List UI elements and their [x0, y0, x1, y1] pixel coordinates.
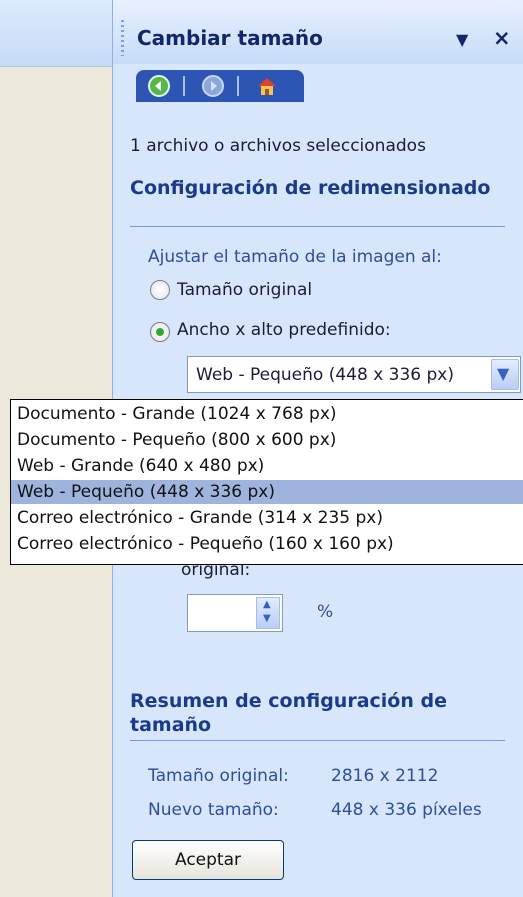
document-toolbar-strip	[0, 0, 112, 67]
nav-separator	[237, 76, 239, 96]
pane-navigation-bar	[136, 70, 304, 102]
pane-title: Cambiar tamaño	[137, 26, 323, 50]
spin-down-icon[interactable]: ▼	[263, 613, 271, 624]
selected-files-count: 1 archivo o archivos seleccionados	[130, 136, 426, 156]
section-divider	[130, 740, 505, 741]
dropdown-option[interactable]: Documento - Grande (1024 x 768 px)	[11, 402, 523, 426]
forward-arrow-icon[interactable]	[200, 74, 226, 98]
nav-separator	[183, 76, 185, 96]
dropdown-option[interactable]: Web - Grande (640 x 480 px)	[11, 454, 523, 478]
radio-selected-dot	[156, 328, 164, 336]
new-size-label: Nuevo tamaño:	[148, 800, 279, 820]
preset-size-radio[interactable]	[150, 322, 170, 342]
original-size-radio-label[interactable]: Tamaño original	[177, 280, 312, 300]
dropdown-toggle-button[interactable]: ▼	[491, 359, 519, 390]
accept-button[interactable]: Aceptar	[132, 840, 284, 880]
home-icon[interactable]	[254, 74, 280, 98]
percent-unit-label: %	[317, 602, 334, 622]
percentage-spinner[interactable]: ▲ ▼	[187, 594, 283, 632]
original-size-label: Tamaño original:	[148, 766, 289, 786]
preset-size-options-list: Documento - Grande (1024 x 768 px) Docum…	[10, 399, 523, 565]
resize-settings-heading: Configuración de redimensionado	[130, 177, 491, 199]
chevron-down-icon: ▼	[497, 364, 510, 383]
pane-menu-icon[interactable]: ▼	[456, 30, 468, 49]
preset-size-dropdown[interactable]: Web - Pequeño (448 x 336 px) ▼	[187, 356, 521, 393]
spin-up-icon[interactable]: ▲	[263, 599, 271, 610]
dropdown-option-selected[interactable]: Web - Pequeño (448 x 336 px)	[11, 480, 523, 504]
adjust-size-label: Ajustar el tamaño de la imagen al:	[148, 247, 442, 267]
dropdown-option[interactable]: Correo electrónico - Grande (314 x 235 p…	[11, 506, 523, 530]
size-summary-heading: Resumen de configuración de tamaño	[130, 690, 447, 736]
original-size-value: 2816 x 2112	[331, 766, 439, 786]
pane-header: Cambiar tamaño ▼ ×	[113, 0, 523, 64]
preset-size-radio-label[interactable]: Ancho x alto predefinido:	[177, 320, 391, 340]
close-icon[interactable]: ×	[493, 26, 511, 50]
section-divider	[130, 226, 505, 227]
back-arrow-icon[interactable]	[146, 74, 172, 98]
dropdown-option[interactable]: Documento - Pequeño (800 x 600 px)	[11, 428, 523, 452]
original-size-radio[interactable]	[150, 280, 170, 300]
dropdown-option[interactable]: Correo electrónico - Pequeño (160 x 160 …	[11, 532, 523, 556]
spinner-buttons[interactable]: ▲ ▼	[256, 597, 280, 629]
new-size-value: 448 x 336 píxeles	[331, 800, 482, 820]
drag-grip-handle[interactable]	[121, 20, 124, 56]
dropdown-selected-value: Web - Pequeño (448 x 336 px)	[196, 365, 454, 385]
